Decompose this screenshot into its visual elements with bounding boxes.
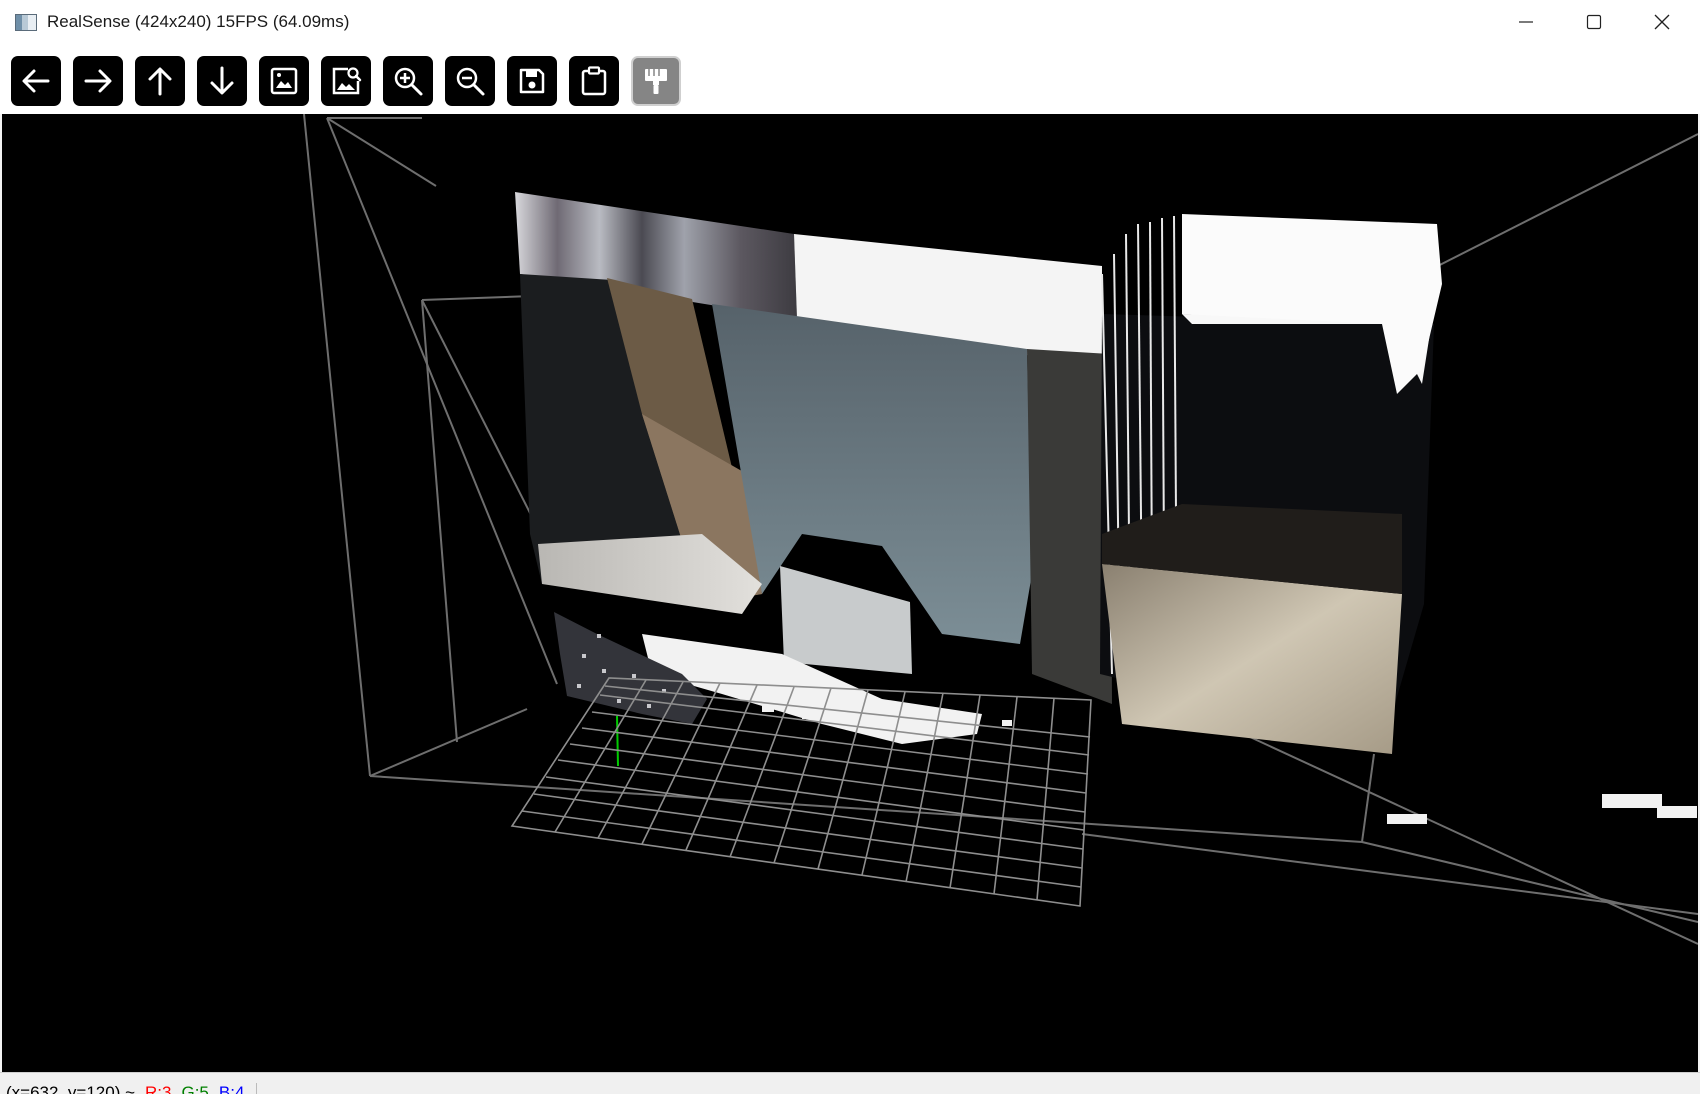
properties-button[interactable]	[631, 56, 681, 106]
save-button[interactable]	[507, 56, 557, 106]
maximize-button[interactable]	[1560, 0, 1628, 44]
paint-roller-icon	[645, 69, 667, 94]
arrow-up-icon	[148, 67, 172, 96]
clipboard-icon	[581, 66, 607, 96]
image-icon	[270, 67, 298, 95]
fit-image-button[interactable]	[259, 56, 309, 106]
arrow-left-icon	[22, 69, 50, 93]
close-button[interactable]	[1628, 0, 1696, 44]
actual-size-button[interactable]	[321, 56, 371, 106]
arrow-right-icon	[84, 69, 112, 93]
cursor-coordinates: (x=632, y=120) ~	[6, 1083, 136, 1094]
minimize-icon	[1519, 21, 1533, 23]
app-icon	[15, 13, 37, 31]
blue-value: B:4	[218, 1083, 245, 1094]
maximize-icon	[1586, 14, 1602, 30]
app-window: RealSense (424x240) 15FPS (64.09ms) (x=6…	[0, 0, 1700, 1094]
title-bar[interactable]: RealSense (424x240) 15FPS (64.09ms)	[0, 0, 1700, 44]
pan-up-button[interactable]	[135, 56, 185, 106]
zoom-out-button[interactable]	[445, 56, 495, 106]
green-value: G:5	[181, 1083, 209, 1094]
close-icon	[1654, 14, 1670, 30]
image-search-icon	[332, 67, 362, 95]
red-value: R:3	[145, 1083, 172, 1094]
status-bar: (x=632, y=120) ~ R:3 G:5 B:4	[0, 1072, 1700, 1094]
status-separator	[256, 1083, 258, 1094]
pan-left-button[interactable]	[11, 56, 61, 106]
pan-right-button[interactable]	[73, 56, 123, 106]
save-icon	[519, 68, 545, 94]
copy-button[interactable]	[569, 56, 619, 106]
arrow-down-icon	[210, 66, 234, 95]
zoom-in-icon	[394, 67, 423, 96]
minimize-button[interactable]	[1492, 0, 1560, 44]
zoom-in-button[interactable]	[383, 56, 433, 106]
window-title: RealSense (424x240) 15FPS (64.09ms)	[47, 12, 350, 31]
toolbar	[0, 44, 1700, 114]
point-cloud-render	[303, 114, 1698, 945]
point-cloud-viewport[interactable]	[2, 114, 1698, 1072]
pan-down-button[interactable]	[197, 56, 247, 106]
zoom-out-icon	[456, 67, 485, 96]
